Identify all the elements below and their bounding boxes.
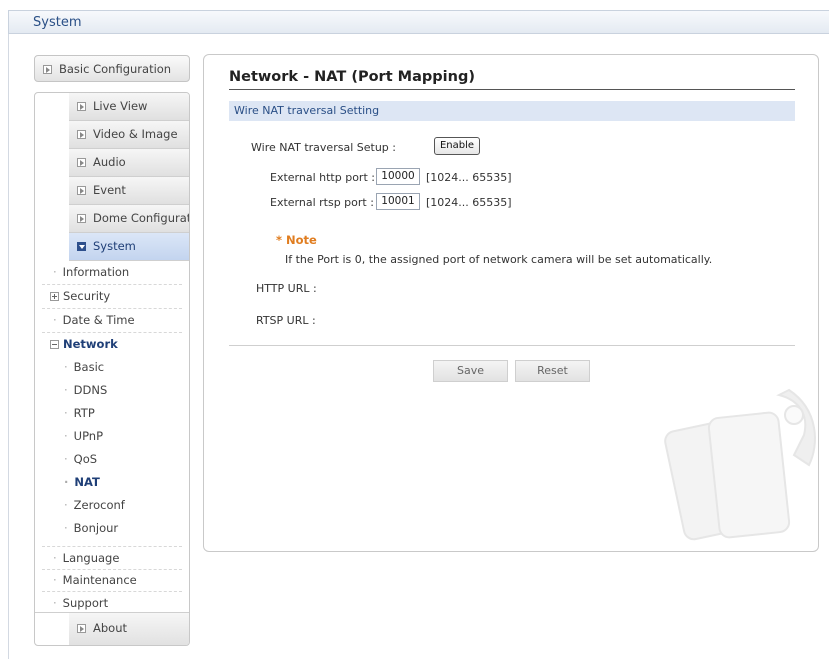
sidebar-network-qos[interactable]: · QoS — [64, 452, 97, 466]
expand-arrow-icon — [43, 65, 52, 74]
save-button[interactable]: Save — [433, 360, 508, 382]
rtsp-port-range: [1024... 65535] — [426, 196, 512, 209]
sidebar-item-live-view[interactable]: Live View — [69, 93, 189, 121]
sidebar-item-about[interactable]: About — [69, 613, 189, 645]
sidebar-network-ddns[interactable]: · DDNS — [64, 383, 107, 397]
sidebar-network-bonjour[interactable]: · Bonjour — [64, 521, 118, 535]
page-title: Network - NAT (Port Mapping) — [229, 69, 475, 85]
sidebar-item-dome-configuration[interactable]: Dome Configuration — [69, 205, 189, 233]
expand-arrow-icon — [77, 214, 86, 223]
sidebar-subitem-date-time[interactable]: · Date & Time — [53, 313, 135, 327]
section-header: Wire NAT traversal Setting — [229, 101, 795, 121]
http-port-input[interactable]: 10000 — [376, 168, 420, 185]
section-title: Wire NAT traversal Setting — [234, 104, 380, 117]
collapse-minus-icon[interactable] — [50, 340, 59, 349]
sidebar-network-zeroconf[interactable]: · Zeroconf — [64, 498, 125, 512]
sidebar-subitem-security[interactable]: Security — [50, 289, 110, 303]
sidebar-item-basic-configuration[interactable]: Basic Configuration — [34, 55, 190, 82]
rtsp-port-input[interactable]: 10001 — [376, 193, 420, 210]
divider — [42, 546, 182, 547]
rtsp-port-label: External rtsp port : — [270, 196, 374, 209]
divider — [42, 569, 182, 570]
http-port-range: [1024... 65535] — [426, 171, 512, 184]
divider — [42, 332, 182, 333]
expand-arrow-icon — [77, 186, 86, 195]
sidebar-item-event[interactable]: Event — [69, 177, 189, 205]
main-panel: Network - NAT (Port Mapping) Wire NAT tr… — [203, 54, 819, 552]
divider — [42, 591, 182, 592]
expand-arrow-icon — [77, 130, 86, 139]
left-border-line — [8, 34, 9, 659]
sidebar-subitem-language[interactable]: · Language — [53, 551, 119, 565]
collapse-arrow-icon — [77, 242, 86, 251]
sidebar-network-nat[interactable]: · NAT — [64, 475, 100, 489]
nat-setup-label: Wire NAT traversal Setup : — [251, 141, 396, 154]
reset-button[interactable]: Reset — [515, 360, 590, 382]
sidebar-subitem-network[interactable]: Network — [50, 337, 118, 351]
top-header-bar: System — [8, 10, 829, 34]
http-port-label: External http port : — [270, 171, 375, 184]
header-title: System — [33, 15, 82, 30]
http-url-label: HTTP URL : — [256, 282, 317, 295]
divider — [42, 284, 182, 285]
title-divider — [229, 89, 795, 90]
sidebar-item-video-image[interactable]: Video & Image — [69, 121, 189, 149]
bottom-divider — [229, 345, 795, 346]
note-title: * Note — [276, 233, 317, 247]
expand-arrow-icon — [77, 624, 86, 633]
divider — [42, 308, 182, 309]
sidebar-item-system[interactable]: System — [69, 233, 189, 261]
enable-button[interactable]: Enable — [434, 137, 480, 155]
sidebar-network-upnp[interactable]: · UPnP — [64, 429, 103, 443]
camera-watermark-icon — [664, 388, 816, 541]
expand-arrow-icon — [77, 158, 86, 167]
sidebar-item-audio[interactable]: Audio — [69, 149, 189, 177]
expand-arrow-icon — [77, 102, 86, 111]
sidebar-subitem-support[interactable]: · Support — [53, 596, 108, 610]
note-text: If the Port is 0, the assigned port of n… — [285, 253, 713, 266]
expand-plus-icon[interactable] — [50, 292, 59, 301]
sidebar-subitem-information[interactable]: · Information — [53, 265, 129, 279]
sidebar-network-rtp[interactable]: · RTP — [64, 406, 95, 420]
rtsp-url-label: RTSP URL : — [256, 314, 316, 327]
sidebar-network-basic[interactable]: · Basic — [64, 360, 104, 374]
sidebar-subitem-maintenance[interactable]: · Maintenance — [53, 573, 137, 587]
